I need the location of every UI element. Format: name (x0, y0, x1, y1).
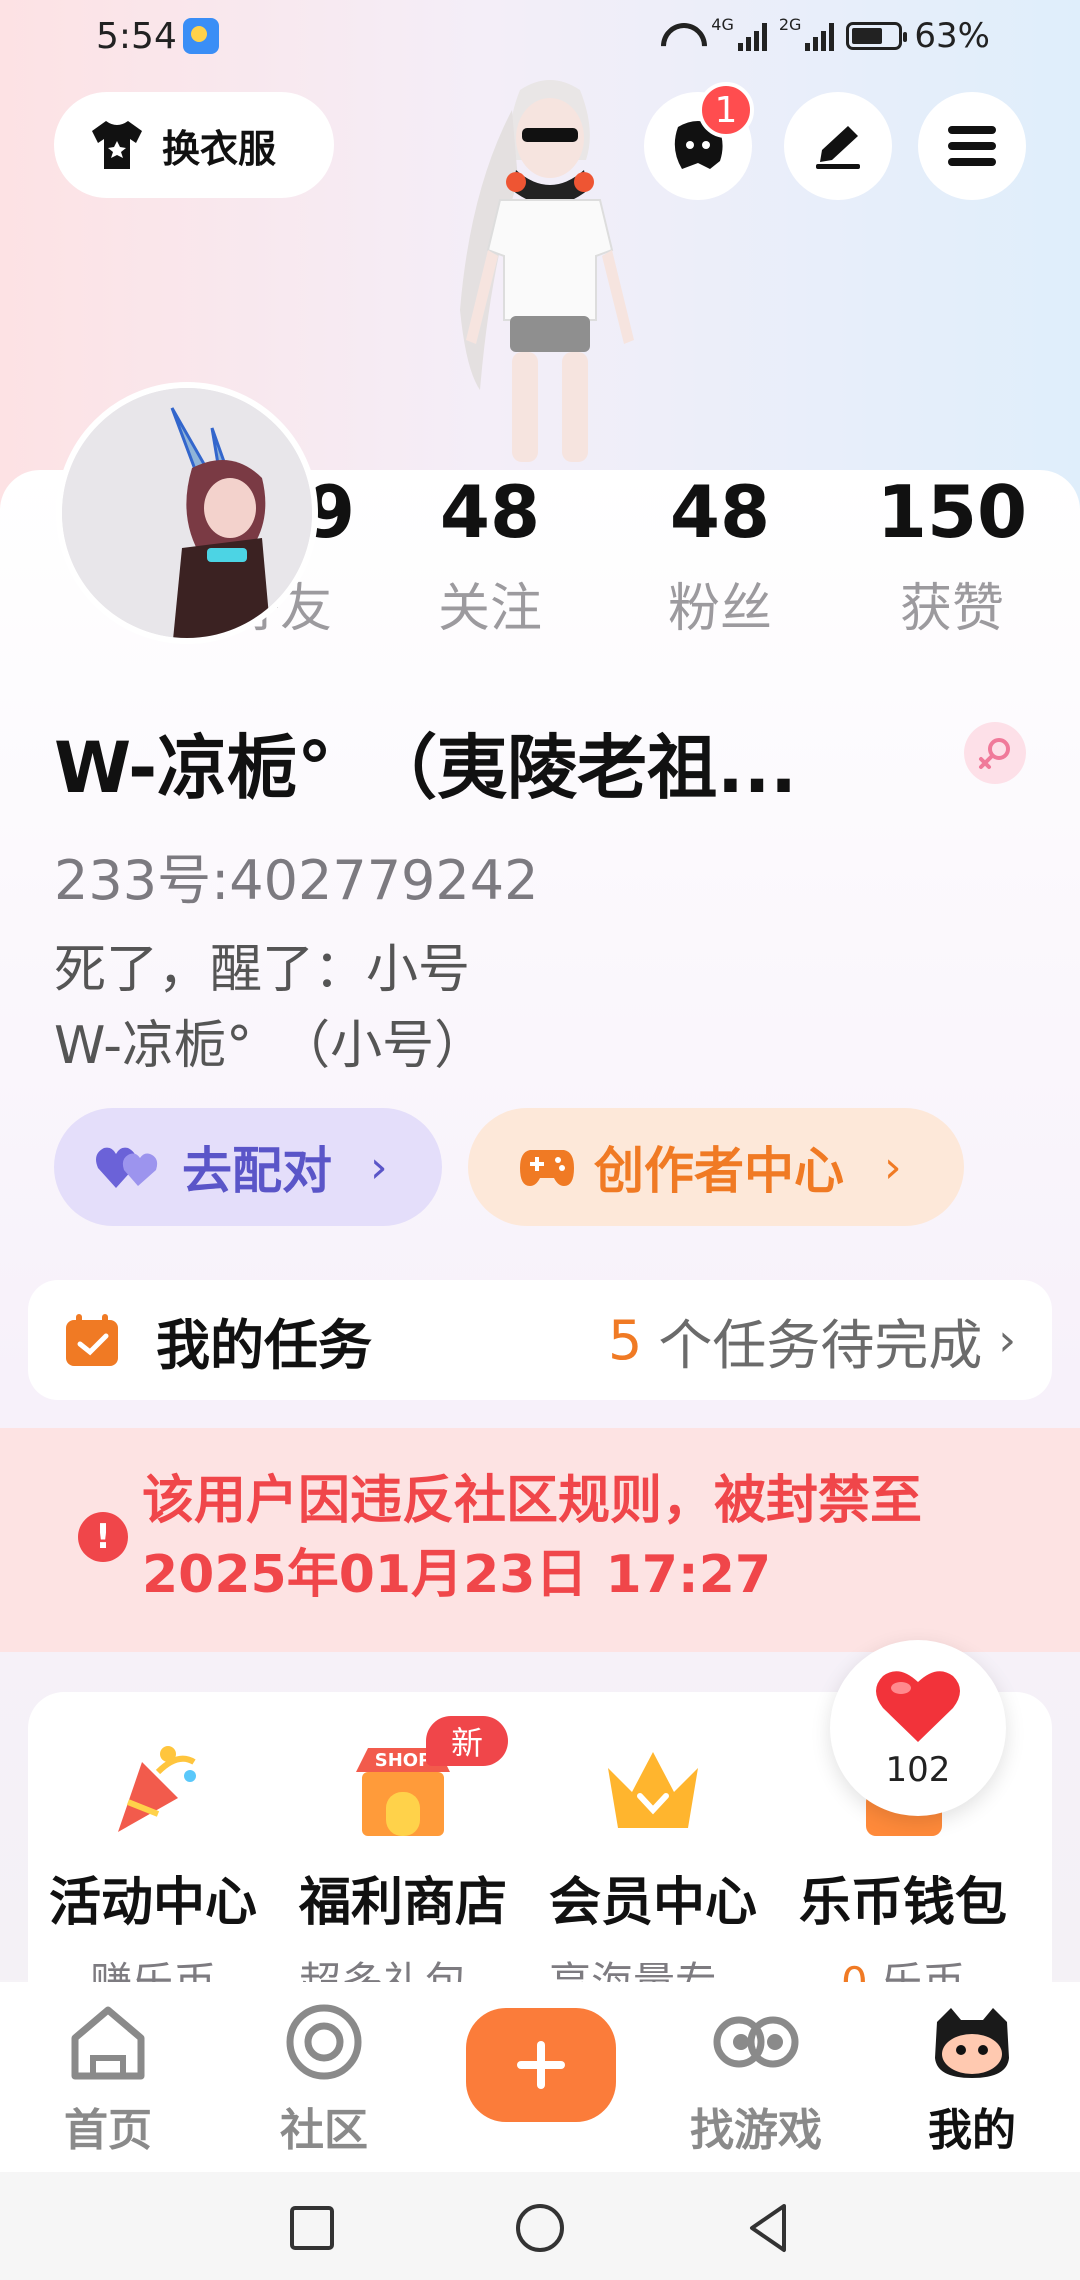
tasks-pending-text: 个任务待完成 (658, 1313, 983, 1377)
message-count-badge: 1 (698, 82, 754, 138)
bio-line-1: 死了，醒了：小号 (54, 940, 471, 1000)
stat-followers[interactable]: 48 粉丝 (620, 476, 820, 641)
avatar-character-image (62, 388, 312, 638)
network-type-1: 4G (711, 14, 734, 34)
stat-following-label: 关注 (437, 579, 542, 639)
bio: 死了，醒了：小号 W-凉栀° （小号） (54, 932, 486, 1084)
stat-followers-label: 粉丝 (667, 579, 772, 639)
edit-profile-button[interactable] (784, 92, 892, 200)
party-popper-icon (98, 1732, 208, 1842)
battery-icon (846, 22, 908, 50)
service-events-title: 活动中心 (48, 1873, 257, 1933)
change-outfit-label: 换衣服 (162, 126, 277, 171)
username: W-凉栀° （夷陵老祖... (54, 727, 797, 809)
signal-icon-1 (737, 21, 767, 51)
hamburger-menu-icon (948, 126, 996, 166)
nav-community[interactable]: 社区 (234, 2002, 414, 2158)
nav-home-label: 首页 (64, 2105, 152, 2156)
heart-icon (876, 1671, 960, 1742)
stat-likes-value: 150 (876, 470, 1028, 554)
chevron-right-icon: › (884, 1141, 902, 1193)
messages-button[interactable]: 1 (644, 82, 754, 200)
wifi-icon (659, 21, 699, 51)
ban-notice: ! 该用户因违反社区规则，被封禁至2025年01月23日 17:27 (0, 1428, 1080, 1652)
calendar-check-icon (66, 1314, 118, 1366)
bio-line-2: W-凉栀° （小号） (54, 1016, 487, 1076)
double-heart-icon (96, 1147, 158, 1188)
nav-find-games[interactable]: 找游戏 (666, 2002, 846, 2158)
back-triangle-icon[interactable] (740, 2200, 796, 2256)
like-button[interactable]: 102 (830, 1640, 1006, 1816)
my-tasks-title: 我的任务 (156, 1313, 372, 1377)
avatar[interactable] (56, 382, 318, 644)
stat-following-value: 48 (439, 470, 541, 554)
service-wallet-title: 乐币钱包 (798, 1873, 1007, 1933)
tshirt-icon (88, 119, 146, 171)
stat-likes[interactable]: 150 获赞 (852, 476, 1052, 641)
chevron-right-icon: › (370, 1141, 388, 1193)
ban-notice-text: 该用户因违反社区规则，被封禁至2025年01月23日 17:27 (142, 1471, 923, 1605)
system-navigation-bar (0, 2172, 1080, 2280)
service-membership[interactable]: 会员中心 享海量专... (528, 1692, 778, 2010)
creator-center-label: 创作者中心 (594, 1142, 844, 1200)
like-count: 102 (885, 1750, 951, 1790)
status-time: 5:54 (96, 16, 177, 57)
nav-me[interactable]: 我的 (882, 2002, 1062, 2158)
service-events[interactable]: 活动中心 赚乐币 (28, 1692, 278, 2010)
match-button[interactable]: 去配对 › (54, 1108, 442, 1226)
signal-icon-2 (805, 21, 835, 51)
tasks-pending-count: 5 (608, 1308, 643, 1372)
home-icon (63, 2002, 153, 2082)
nav-community-label: 社区 (280, 2105, 368, 2156)
female-gender-icon (964, 722, 1026, 784)
recent-apps-icon[interactable] (284, 2200, 340, 2256)
stat-followers-value: 48 (669, 470, 771, 554)
alert-icon: ! (78, 1512, 128, 1562)
binoculars-icon (711, 2002, 801, 2082)
home-circle-icon[interactable] (512, 2200, 568, 2256)
create-post-button[interactable] (466, 2008, 616, 2122)
menu-button[interactable] (918, 92, 1026, 200)
match-label: 去配对 (182, 1142, 332, 1200)
user-id: 233号:402779242 (54, 849, 539, 912)
crown-icon (598, 1732, 708, 1842)
shop-sign-text: SHOP (375, 1750, 432, 1771)
pencil-icon (816, 126, 860, 169)
bottom-navigation: 首页 社区 找游戏 我的 (0, 1982, 1080, 2172)
network-type-2: 2G (778, 14, 802, 34)
weather-icon (183, 18, 219, 54)
battery-percent: 63% (914, 16, 990, 56)
community-icon (279, 2002, 369, 2082)
chevron-right-icon: › (998, 1314, 1016, 1366)
new-badge: 新 (426, 1716, 508, 1766)
gamepad-icon (520, 1150, 574, 1186)
stat-likes-label: 获赞 (899, 579, 1004, 639)
plus-icon (517, 2041, 565, 2089)
stat-following[interactable]: 48 关注 (390, 476, 590, 641)
nav-find-games-label: 找游戏 (690, 2105, 822, 2156)
nav-me-label: 我的 (928, 2105, 1016, 2156)
change-outfit-button[interactable]: 换衣服 (54, 92, 334, 198)
service-shop-title: 福利商店 (298, 1873, 507, 1933)
nav-home[interactable]: 首页 (18, 2002, 198, 2158)
my-tasks-card[interactable]: 我的任务 5 个任务待完成 › (28, 1280, 1052, 1400)
service-membership-title: 会员中心 (548, 1873, 757, 1933)
tasks-pending: 5 个任务待完成 › (608, 1301, 1016, 1380)
status-bar: 5:54 4G 2G 63% (0, 0, 1080, 76)
mascot-icon (927, 2002, 1017, 2082)
creator-center-button[interactable]: 创作者中心 › (468, 1108, 964, 1226)
